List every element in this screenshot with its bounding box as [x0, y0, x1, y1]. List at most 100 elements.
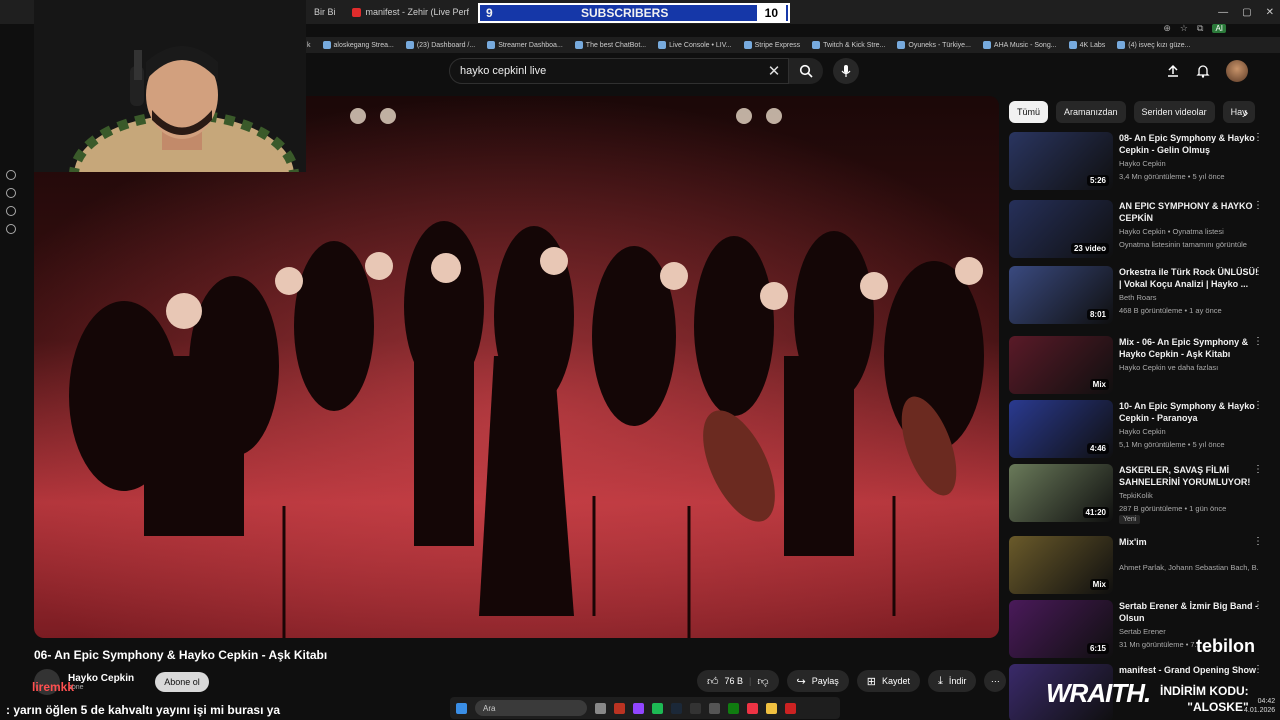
duration-badge: 5:26 [1086, 175, 1109, 186]
more-vert-icon[interactable]: ⋮ [1253, 336, 1263, 347]
download-button[interactable]: ⤓ İndir [928, 670, 977, 692]
bookmark-favicon-icon [897, 41, 906, 49]
recommendation-title: Orkestra ile Türk Rock ÜNLÜSÜ! | Vokal K… [1119, 267, 1259, 289]
windows-start-icon[interactable] [456, 702, 467, 714]
rail-icon[interactable] [6, 206, 16, 216]
more-vert-icon[interactable]: ⋮ [1253, 464, 1263, 475]
settings-icon[interactable] [6, 224, 16, 234]
recommendation-thumbnail[interactable]: 41:20 [1009, 464, 1113, 522]
extensions-icon[interactable]: ⧉ [1197, 23, 1203, 34]
subscribe-button[interactable]: Abone ol [155, 672, 209, 692]
recommendation-thumbnail[interactable]: 8:01 [1009, 266, 1113, 324]
twitch-icon[interactable] [633, 702, 644, 714]
bookmark-item[interactable]: Twitch & Kick Stre... [812, 41, 885, 49]
recommendation-thumbnail[interactable]: 6:15 [1009, 600, 1113, 658]
chevron-right-icon[interactable]: › [1238, 101, 1254, 123]
voice-search-button[interactable] [833, 58, 859, 84]
more-vert-icon[interactable]: ⋮ [1253, 664, 1263, 675]
recommendation-thumbnail[interactable]: 23 video [1009, 200, 1113, 258]
chip-from-search[interactable]: Aramanızdan [1056, 101, 1126, 123]
bookmark-star-icon[interactable]: ☆ [1180, 23, 1188, 34]
bookmark-item[interactable]: (4) isveç kızı güze... [1117, 41, 1191, 49]
bookmark-item[interactable]: The best ChatBot... [574, 41, 646, 49]
recommendation-item[interactable]: 41:20 ASKERLER, SAVAŞ FİLMİ SAHNELERİNİ Y… [1009, 464, 1271, 524]
notifications-bell-icon[interactable] [1196, 64, 1210, 78]
video-player[interactable] [34, 96, 999, 638]
bookmark-item[interactable]: aloskegang Strea... [322, 41, 394, 49]
more-vert-icon[interactable]: ⋮ [1253, 600, 1263, 611]
ai-extension-icon[interactable]: AI [1212, 23, 1226, 33]
recommendation-thumbnail[interactable]: Mix [1009, 536, 1113, 594]
recommendation-item[interactable]: 5:26 08- An Epic Symphony & Hayko Cepkin … [1009, 132, 1271, 192]
history-icon[interactable] [6, 188, 16, 198]
browser-tab[interactable]: Bir Bi [306, 0, 344, 24]
chip-series[interactable]: Seriden videolar [1133, 101, 1215, 123]
save-button[interactable]: ⊞ Kaydet [856, 670, 921, 692]
browser-tab-active[interactable]: manifest - Zehir (Live Perf [344, 0, 478, 24]
maximize-button[interactable]: ▢ [1242, 7, 1251, 18]
minimize-button[interactable]: — [1218, 7, 1228, 18]
clear-search-icon[interactable]: ✕ [764, 60, 784, 82]
recommendation-item[interactable]: 23 video AN EPIC SYMPHONY & HAYKO CEPKİN H… [1009, 200, 1271, 260]
more-vert-icon[interactable]: ⋮ [1253, 536, 1263, 547]
app-icon[interactable] [709, 702, 720, 714]
taskbar-search[interactable]: Ara [475, 700, 587, 716]
close-button[interactable]: ✕ [1266, 7, 1274, 18]
recommendation-item[interactable]: 8:01 Orkestra ile Türk Rock ÜNLÜSÜ! | Vok… [1009, 266, 1271, 326]
recommendation-meta: 5,1 Mn görüntüleme • 5 yıl önce [1119, 440, 1225, 449]
epic-games-icon[interactable] [690, 702, 701, 714]
steam-icon[interactable] [671, 702, 682, 714]
bookmark-favicon-icon [658, 41, 667, 49]
rail-icon[interactable] [6, 170, 16, 180]
channel-name[interactable]: Hayko Cepkin [68, 673, 134, 684]
spotify-icon[interactable] [652, 702, 663, 714]
recommendation-title: AN EPIC SYMPHONY & HAYKO CEPKİN [1119, 201, 1253, 223]
windows-taskbar: Ara [450, 697, 840, 719]
more-vert-icon[interactable]: ⋮ [1253, 400, 1263, 411]
task-view-icon[interactable] [595, 702, 606, 714]
bookmark-item[interactable]: AHA Music - Song... [982, 41, 1057, 49]
app-icon[interactable] [614, 702, 625, 714]
filter-chips: Tümü Aramanızdan Seriden videolar Hay [1009, 101, 1259, 123]
discount-code: "ALOSKE" [1187, 700, 1249, 714]
zoom-icon[interactable]: ⊕ [1163, 23, 1171, 34]
video-frame-concert [34, 96, 999, 638]
more-vert-icon[interactable]: ⋮ [1253, 266, 1263, 277]
recommendation-thumbnail[interactable]: 5:26 [1009, 132, 1113, 190]
account-avatar[interactable] [1226, 60, 1248, 82]
more-vert-icon[interactable]: ⋮ [1253, 132, 1263, 143]
tab-label: manifest - Zehir (Live Perf [365, 7, 470, 17]
recommendation-thumbnail[interactable]: Mix [1009, 336, 1113, 394]
bookmark-label: AHA Music - Song... [993, 41, 1057, 49]
chip-all[interactable]: Tümü [1009, 101, 1049, 123]
search-button[interactable] [789, 58, 823, 84]
bookmark-item[interactable]: Live Console • LIV... [658, 41, 732, 49]
bookmark-item[interactable]: Streamer Dashboa... [487, 41, 563, 49]
sub-goal-current: 9 [486, 6, 493, 20]
share-button[interactable]: ↪ Paylaş [786, 670, 849, 692]
bookmark-favicon-icon [322, 41, 331, 49]
app-icon[interactable] [785, 702, 796, 714]
webcam-image [34, 0, 306, 172]
file-explorer-icon[interactable] [766, 702, 777, 714]
recommendation-item[interactable]: 4:46 10- An Epic Symphony & Hayko Cepkin … [1009, 400, 1271, 460]
bookmark-item[interactable]: (23) Dashboard /... [405, 41, 476, 49]
search-input[interactable]: hayko cepkinl live [449, 58, 789, 84]
search-icon [799, 64, 813, 78]
upload-icon[interactable] [1166, 64, 1180, 78]
chrome-icon[interactable] [747, 702, 758, 714]
thumbs-down-icon[interactable]: 👎︎ [757, 675, 768, 688]
more-vert-icon[interactable]: ⋮ [1253, 200, 1263, 211]
like-button[interactable]: 👍︎ 76 B | 👎︎ [697, 670, 779, 692]
bookmark-item[interactable]: Oyuneks - Türkiye... [897, 41, 971, 49]
recommendation-item[interactable]: Mix Mix'im Ahmet Parlak, Johann Sebastian … [1009, 536, 1271, 596]
recommendation-channel: Hayko Cepkin ve daha fazlası [1119, 363, 1219, 372]
bookmark-item[interactable]: Stripe Express [743, 41, 800, 49]
bookmark-item[interactable]: 4K Labs [1068, 41, 1105, 49]
recommendation-item[interactable]: Mix Mix - 06- An Epic Symphony & Hayko Ce… [1009, 336, 1271, 396]
xbox-icon[interactable] [728, 702, 739, 714]
bookmark-label: (23) Dashboard /... [416, 41, 476, 49]
recommendation-thumbnail[interactable]: 4:46 [1009, 400, 1113, 458]
system-clock: 04:42 4.01.2026 [1244, 697, 1275, 715]
more-actions-button[interactable]: ⋯ [984, 670, 1007, 692]
